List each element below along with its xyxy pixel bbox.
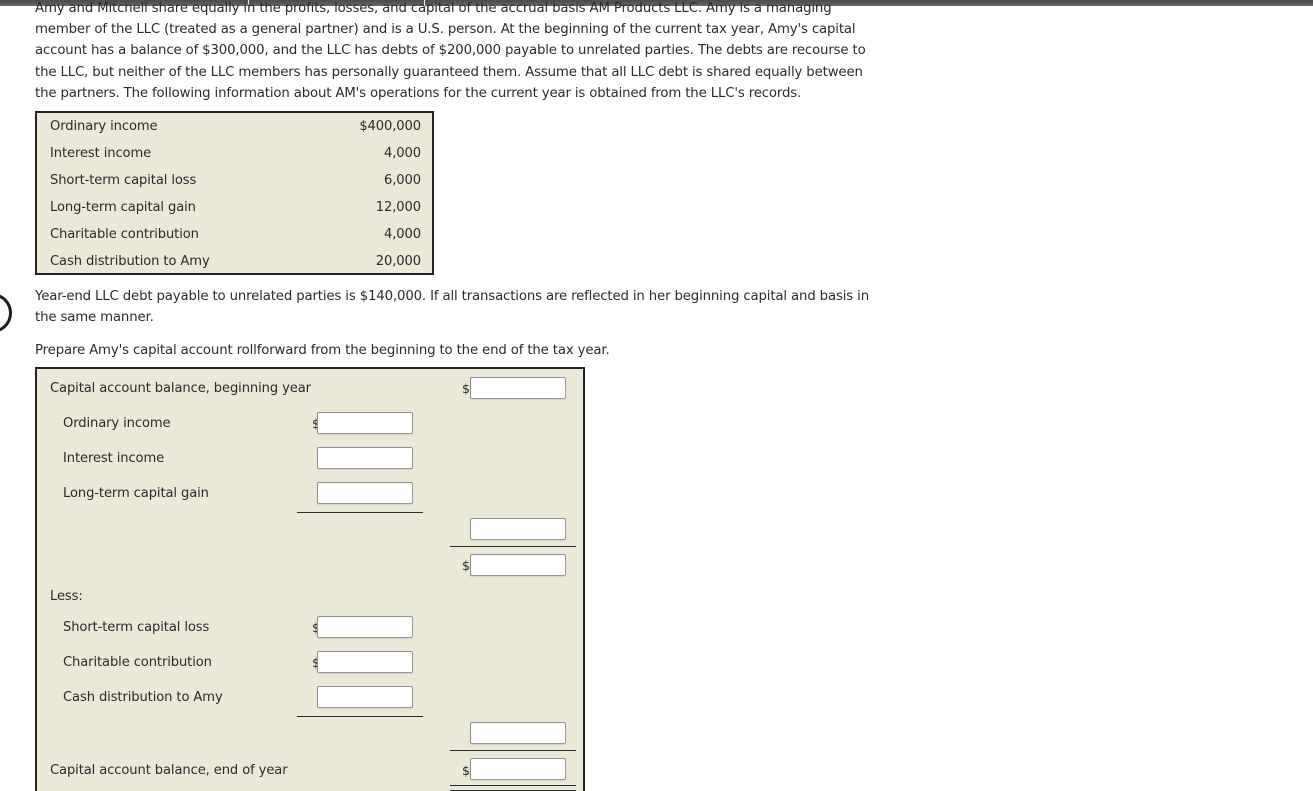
label-ordinary-income: Ordinary income: [63, 416, 171, 431]
input-ordinary-income[interactable]: [317, 412, 413, 434]
input-short-term-capital-loss[interactable]: [317, 616, 413, 638]
label-short-term-capital-loss: Short-term capital loss: [63, 620, 210, 635]
data-row-amount: $400,000: [359, 119, 421, 134]
data-row-amount: 4,000: [384, 227, 421, 242]
data-row-amount: 20,000: [375, 254, 421, 269]
label-ending-balance: Capital account balance, end of year: [50, 763, 288, 778]
subtotal-rule-subtractions: [297, 716, 423, 717]
table-row: Ordinary income $400,000: [37, 113, 432, 140]
total-rule-double: [450, 785, 576, 791]
dollar-sign-after-additions: $: [462, 558, 470, 573]
data-row-label: Charitable contribution: [50, 227, 199, 242]
subtotal-rule-before-ending: [450, 750, 576, 751]
data-row-label: Short-term capital loss: [50, 173, 197, 188]
capital-account-rollforward-form: Capital account balance, beginning year …: [35, 367, 585, 791]
table-row: Charitable contribution 4,000: [37, 221, 432, 248]
instruction-text: Prepare Amy's capital account rollforwar…: [35, 343, 610, 358]
input-ending-balance[interactable]: [470, 758, 566, 780]
given-data-table: Ordinary income $400,000 Interest income…: [35, 111, 434, 275]
data-row-label: Long-term capital gain: [50, 200, 196, 215]
input-additions-subtotal[interactable]: [470, 518, 566, 540]
dollar-sign-beginning: $: [462, 381, 470, 396]
input-cash-distribution[interactable]: [317, 686, 413, 708]
label-long-term-capital-gain: Long-term capital gain: [63, 486, 209, 501]
label-charitable-contribution: Charitable contribution: [63, 655, 212, 670]
input-long-term-capital-gain[interactable]: [317, 482, 413, 504]
table-row: Cash distribution to Amy 20,000: [37, 248, 432, 275]
data-row-amount: 4,000: [384, 146, 421, 161]
data-row-label: Cash distribution to Amy: [50, 254, 210, 269]
table-row: Long-term capital gain 12,000: [37, 194, 432, 221]
data-row-label: Interest income: [50, 146, 152, 161]
label-interest-income: Interest income: [63, 451, 165, 466]
data-row-amount: 12,000: [375, 200, 421, 215]
label-beginning-balance: Capital account balance, beginning year: [50, 381, 311, 396]
cursor-circle-indicator: [0, 293, 12, 333]
subtotal-rule-after-additions: [450, 546, 576, 547]
year-end-note-text: Year-end LLC debt payable to unrelated p…: [35, 289, 869, 326]
input-interest-income[interactable]: [317, 447, 413, 469]
input-subtractions-subtotal[interactable]: [470, 722, 566, 744]
label-less-heading: Less:: [50, 589, 83, 604]
input-beginning-balance[interactable]: [470, 377, 566, 399]
input-after-additions-total[interactable]: [470, 554, 566, 576]
label-cash-distribution: Cash distribution to Amy: [63, 690, 223, 705]
data-row-label: Ordinary income: [50, 119, 158, 134]
problem-intro-text: Amy and Mitchell share equally in the pr…: [35, 1, 866, 101]
data-row-amount: 6,000: [384, 173, 421, 188]
subtotal-rule-additions: [297, 512, 423, 513]
table-row: Interest income 4,000: [37, 140, 432, 167]
input-charitable-contribution[interactable]: [317, 651, 413, 673]
table-row: Short-term capital loss 6,000: [37, 167, 432, 194]
dollar-sign-ending: $: [462, 763, 470, 778]
